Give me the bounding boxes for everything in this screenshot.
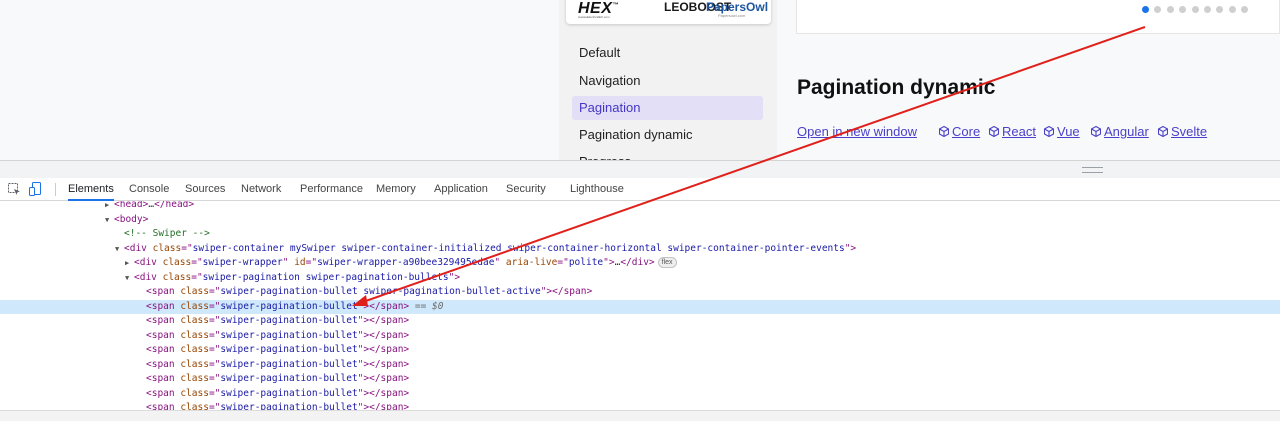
pagination-bullet[interactable]	[1154, 6, 1162, 13]
pagination-bullet[interactable]	[1216, 6, 1224, 13]
pagination-bullet[interactable]	[1228, 6, 1236, 13]
dom-node-bullet[interactable]: <span class="swiper-pagination-bullet"><…	[0, 387, 1280, 402]
dom-node-bullet-active[interactable]: <span class="swiper-pagination-bullet sw…	[0, 285, 1280, 300]
dom-node-bullet-selected[interactable]: <span class="swiper-pagination-bullet"><…	[0, 299, 1280, 314]
tab-security[interactable]: Security	[506, 178, 546, 201]
tab-lighthouse[interactable]: Lighthouse	[570, 178, 624, 201]
dom-node-bullet[interactable]: <span class="swiper-pagination-bullet"><…	[0, 314, 1280, 329]
sponsor-papersowl-logo[interactable]: PapersOwl	[706, 0, 768, 14]
device-toolbar-icon[interactable]	[29, 182, 43, 201]
dom-node-bullet[interactable]: <span class="swiper-pagination-bullet"><…	[0, 343, 1280, 358]
pagination-bullet[interactable]	[1204, 6, 1211, 13]
dom-node-swiper-pagination[interactable]: ▼ <div class="swiper-pagination swiper-pa…	[0, 271, 1280, 286]
react-link[interactable]: React	[988, 124, 1036, 139]
breadcrumb-bar	[0, 410, 1280, 421]
page-viewport: HEX™ AussieElectricHEX.com LEOBOOST Pape…	[0, 0, 1280, 160]
tab-sources[interactable]: Sources	[185, 178, 225, 201]
tab-network[interactable]: Network	[241, 178, 281, 201]
dom-node-swiper-container[interactable]: ▼ <div class="swiper-container mySwiper s…	[0, 242, 1280, 257]
elements-panel[interactable]: ··· ▶<head>…</head> ▼<body> <!-- Swiper …	[0, 201, 1280, 410]
sponsor-hex-url: AussieElectricHEX.com	[578, 15, 610, 19]
dom-node-bullet[interactable]: <span class="swiper-pagination-bullet"><…	[0, 401, 1280, 410]
dom-node-bullet[interactable]: <span class="swiper-pagination-bullet"><…	[0, 372, 1280, 387]
core-link[interactable]: Core	[938, 124, 980, 139]
pagination-bullet[interactable]	[1166, 6, 1174, 13]
demo-title: Pagination dynamic	[797, 76, 996, 99]
pagination-bullet[interactable]	[1241, 6, 1249, 13]
dom-node-comment[interactable]: <!-- Swiper -->	[0, 227, 1280, 242]
pagination-bullet-active[interactable]	[1142, 6, 1149, 13]
devtools-resize-handle[interactable]	[0, 160, 1280, 178]
sidebar-item-pagination[interactable]: Pagination	[572, 96, 763, 120]
cube-icon	[1157, 125, 1169, 138]
tab-performance[interactable]: Performance	[300, 178, 363, 201]
tab-application[interactable]: Application	[434, 178, 488, 201]
dom-node-bullet[interactable]: <span class="swiper-pagination-bullet"><…	[0, 358, 1280, 373]
vue-link[interactable]: Vue	[1043, 124, 1080, 139]
cube-icon	[988, 125, 1000, 138]
sidebar-item-progress[interactable]: Progress	[572, 150, 763, 160]
dom-node-body[interactable]: ▼ <body>	[0, 213, 1280, 228]
swiper-demo-card[interactable]	[796, 0, 1280, 34]
pagination-bullet[interactable]	[1179, 6, 1187, 13]
cube-icon	[938, 125, 950, 138]
flex-badge[interactable]: flex	[657, 257, 677, 268]
pagination-bullet[interactable]	[1191, 6, 1199, 13]
cube-icon	[1090, 125, 1102, 138]
sponsors-box[interactable]: HEX™ AussieElectricHEX.com LEOBOOST Pape…	[566, 0, 771, 24]
sidebar-item-default[interactable]: Default	[572, 41, 763, 65]
toolbar-divider	[55, 183, 56, 196]
sponsor-papersowl-url: Papersowl.com	[718, 13, 746, 18]
sidebar-item-pagination-dynamic[interactable]: Pagination dynamic	[572, 123, 763, 147]
inspect-element-icon[interactable]	[8, 183, 21, 201]
cube-icon	[1043, 125, 1055, 138]
resize-grip-icon[interactable]	[1082, 167, 1103, 173]
tab-elements[interactable]: Elements	[68, 178, 114, 201]
open-new-window-link[interactable]: Open in new window	[797, 124, 917, 139]
sidebar-item-navigation[interactable]: Navigation	[572, 69, 763, 93]
dom-node-head[interactable]: ▶ <head>…</head>	[0, 201, 1280, 213]
tab-console[interactable]: Console	[129, 178, 169, 201]
svelte-link[interactable]: Svelte	[1157, 124, 1207, 139]
angular-link[interactable]: Angular	[1090, 124, 1149, 139]
devtools-tab-bar: Elements Console Sources Network Perform…	[0, 178, 1280, 201]
dom-node-swiper-wrapper[interactable]: ▶ <div class="swiper-wrapper" id="swiper-…	[0, 256, 1280, 271]
tab-memory[interactable]: Memory	[376, 178, 416, 201]
dom-node-bullet[interactable]: <span class="swiper-pagination-bullet"><…	[0, 329, 1280, 344]
